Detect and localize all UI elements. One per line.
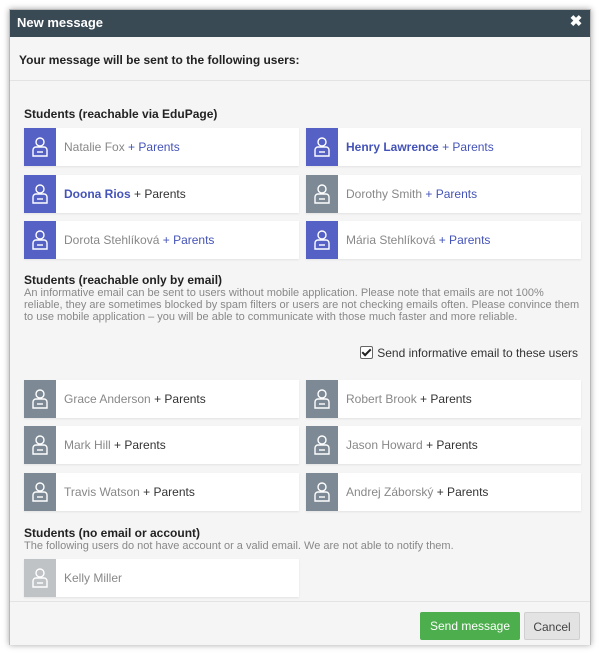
recipients-header: Your message will be sent to the followi… bbox=[10, 37, 590, 81]
user-icon bbox=[24, 380, 56, 418]
user-card[interactable]: Henry Lawrence + Parents bbox=[306, 128, 581, 166]
user-card[interactable]: Jason Howard + Parents bbox=[306, 426, 581, 464]
user-card[interactable]: Dorothy Smith + Parents bbox=[306, 175, 581, 213]
user-icon bbox=[24, 559, 56, 597]
dialog-title: New message bbox=[17, 15, 103, 30]
section-title-none: Students (no email or account) bbox=[24, 526, 201, 540]
user-card[interactable]: Andrej Záborský + Parents bbox=[306, 473, 581, 511]
user-icon bbox=[24, 221, 56, 259]
user-icon bbox=[306, 221, 338, 259]
user-name: Doona Rios + Parents bbox=[64, 187, 186, 201]
section-description-email: An informative email can be sent to user… bbox=[24, 287, 580, 323]
user-icon bbox=[306, 426, 338, 464]
send-email-option[interactable]: Send informative email to these users bbox=[360, 346, 578, 360]
user-name: Kelly Miller bbox=[64, 571, 123, 585]
user-card[interactable]: Grace Anderson + Parents bbox=[24, 380, 299, 418]
user-icon bbox=[306, 175, 338, 213]
user-name: Henry Lawrence + Parents bbox=[346, 140, 494, 154]
user-card[interactable]: Robert Brook + Parents bbox=[306, 380, 581, 418]
checkbox-icon[interactable] bbox=[360, 346, 374, 359]
user-name: Dorothy Smith + Parents bbox=[346, 187, 478, 201]
user-card[interactable]: Travis Watson + Parents bbox=[24, 473, 299, 511]
user-name: Grace Anderson + Parents bbox=[64, 392, 206, 406]
user-name: Travis Watson + Parents bbox=[64, 485, 195, 499]
user-name: Dorota Stehlíková + Parents bbox=[64, 233, 215, 247]
user-card[interactable]: Dorota Stehlíková + Parents bbox=[24, 221, 299, 259]
dialog-titlebar: New message ✖ bbox=[10, 10, 590, 37]
user-icon bbox=[24, 426, 56, 464]
user-name: Natalie Fox + Parents bbox=[64, 140, 180, 154]
section-title-edupage: Students (reachable via EduPage) bbox=[24, 107, 218, 121]
user-name: Jason Howard + Parents bbox=[346, 438, 478, 452]
send-message-button[interactable]: Send message bbox=[420, 612, 520, 640]
user-icon bbox=[306, 128, 338, 166]
cancel-button[interactable]: Cancel bbox=[524, 612, 580, 640]
section-description-none: The following users do not have account … bbox=[24, 540, 454, 552]
send-email-label: Send informative email to these users bbox=[377, 346, 578, 360]
user-name: Robert Brook + Parents bbox=[346, 392, 472, 406]
user-card[interactable]: Doona Rios + Parents bbox=[24, 175, 299, 213]
user-card[interactable]: Mark Hill + Parents bbox=[24, 426, 299, 464]
user-name: Andrej Záborský + Parents bbox=[346, 485, 489, 499]
recipients-header-text: Your message will be sent to the followi… bbox=[19, 53, 300, 67]
new-message-dialog: New message ✖ Your message will be sent … bbox=[9, 9, 591, 645]
dialog-footer: Send message Cancel bbox=[10, 601, 590, 645]
user-name: Mark Hill + Parents bbox=[64, 438, 166, 452]
user-icon bbox=[24, 473, 56, 511]
user-icon bbox=[306, 473, 338, 511]
close-icon[interactable]: ✖ bbox=[568, 13, 584, 31]
user-card[interactable]: Mária Stehlíková + Parents bbox=[306, 221, 581, 259]
user-icon bbox=[24, 175, 56, 213]
user-card[interactable]: Natalie Fox + Parents bbox=[24, 128, 299, 166]
recipients-body: Students (reachable via EduPage) Natalie… bbox=[10, 81, 590, 601]
section-title-email: Students (reachable only by email) bbox=[24, 273, 223, 287]
user-icon bbox=[306, 380, 338, 418]
user-icon bbox=[24, 128, 56, 166]
user-name: Mária Stehlíková + Parents bbox=[346, 233, 491, 247]
user-card[interactable]: Kelly Miller bbox=[24, 559, 299, 597]
